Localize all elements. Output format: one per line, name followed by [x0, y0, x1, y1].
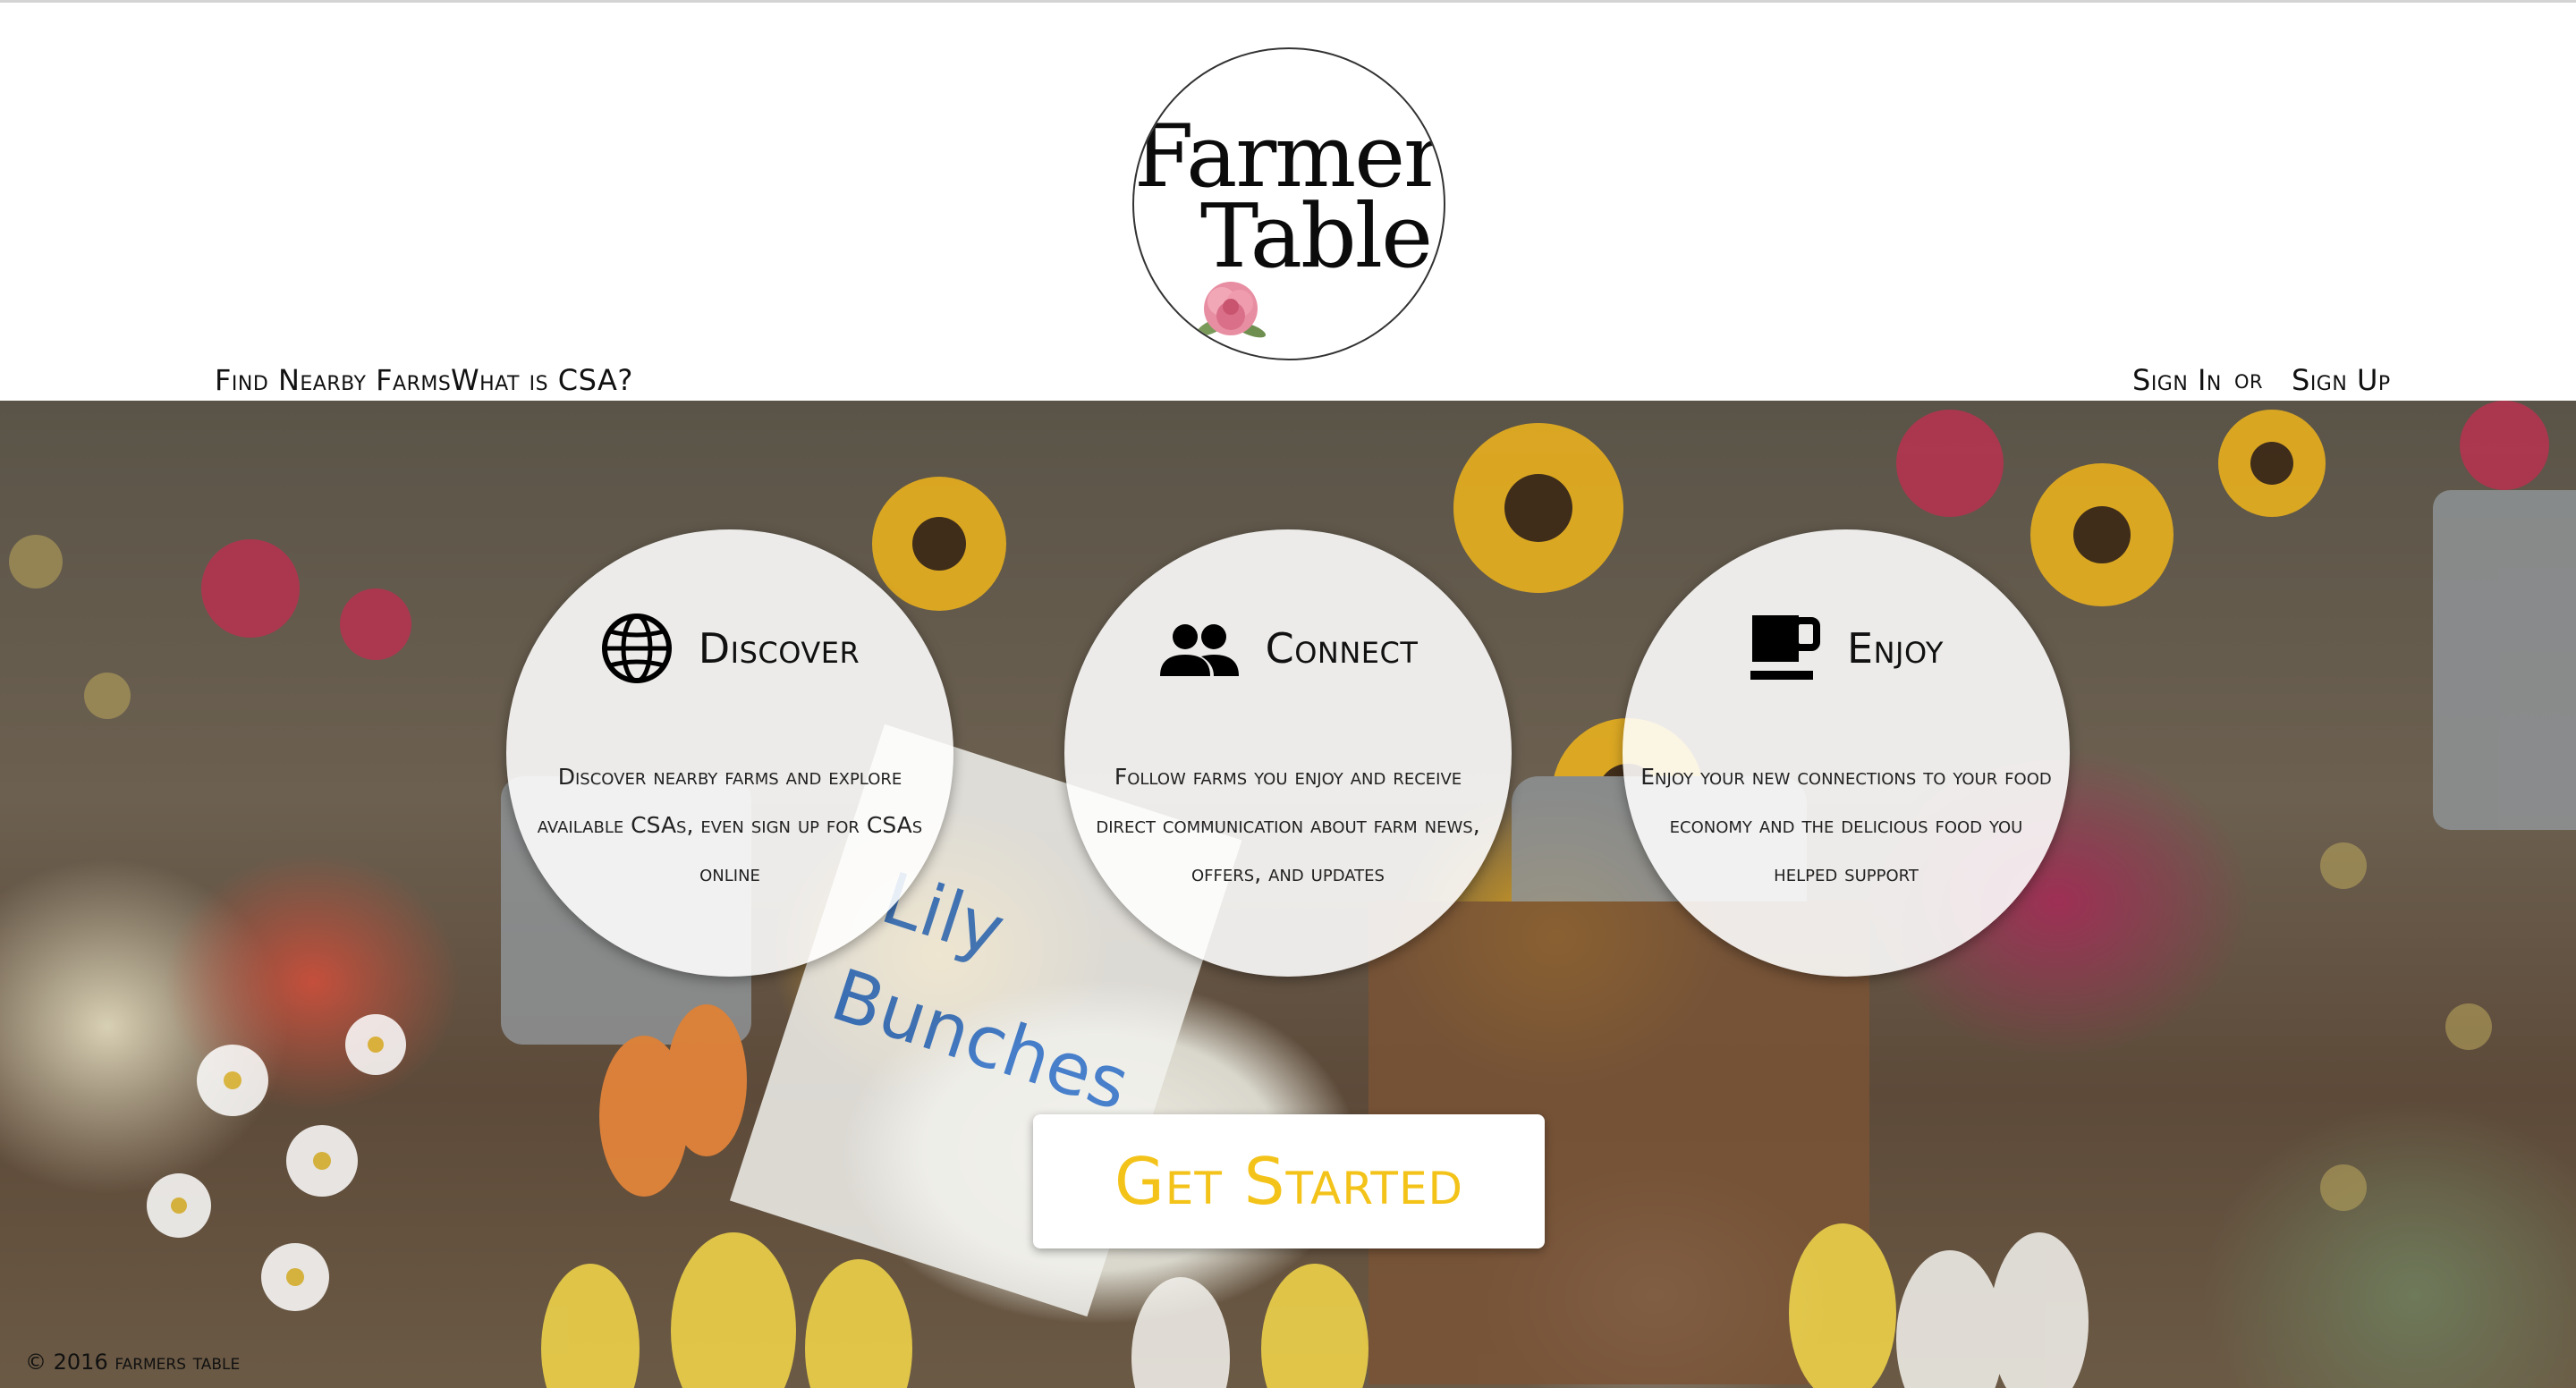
get-started-button[interactable]: Get Started	[1033, 1114, 1545, 1248]
coffee-cup-icon	[1750, 615, 1821, 680]
feature-description: Follow farms you enjoy and receive direc…	[1096, 764, 1480, 886]
sign-up-link[interactable]: Sign Up	[2292, 360, 2391, 400]
copyright-name: farmers table	[114, 1350, 241, 1375]
hero-section: Lily Bunches Discover Discover nearby far…	[0, 401, 2576, 1388]
nav-find-nearby-farms[interactable]: Find Nearby Farms	[215, 360, 451, 400]
sign-in-or-separator: or	[2234, 364, 2264, 395]
farmers-table-logo[interactable]: Farmer’s Table	[1132, 47, 1445, 360]
feature-title: Discover	[698, 624, 860, 673]
nav-what-is-csa[interactable]: What is CSA?	[451, 360, 633, 400]
feature-title: Connect	[1265, 624, 1419, 673]
sign-in-link[interactable]: Sign In	[2132, 360, 2222, 400]
feature-card-enjoy: Enjoy Enjoy your new connections to your…	[1623, 529, 2070, 977]
copyright-year: © 2016	[25, 1350, 108, 1375]
feature-description: Enjoy your new connections to your food …	[1640, 764, 2052, 886]
peony-flower-icon	[1196, 282, 1267, 338]
feature-card-header: Discover	[506, 612, 953, 685]
feature-card-header: Connect	[1064, 612, 1512, 685]
feature-description: Discover nearby farms and explore availa…	[537, 764, 923, 886]
site-header: Farmer’s Table Find Nearby Farms What is…	[0, 0, 2576, 401]
globe-icon	[601, 614, 672, 683]
feature-card-header: Enjoy	[1623, 612, 2070, 685]
feature-card-connect: Connect Follow farms you enjoy and recei…	[1064, 529, 1512, 977]
feature-title: Enjoy	[1847, 624, 1944, 673]
feature-card-discover: Discover Discover nearby farms and explo…	[506, 529, 953, 977]
logo-line-2: Table	[1199, 186, 1433, 288]
people-icon	[1159, 624, 1239, 676]
footer-copyright: © 2016 farmers table	[25, 1347, 240, 1377]
